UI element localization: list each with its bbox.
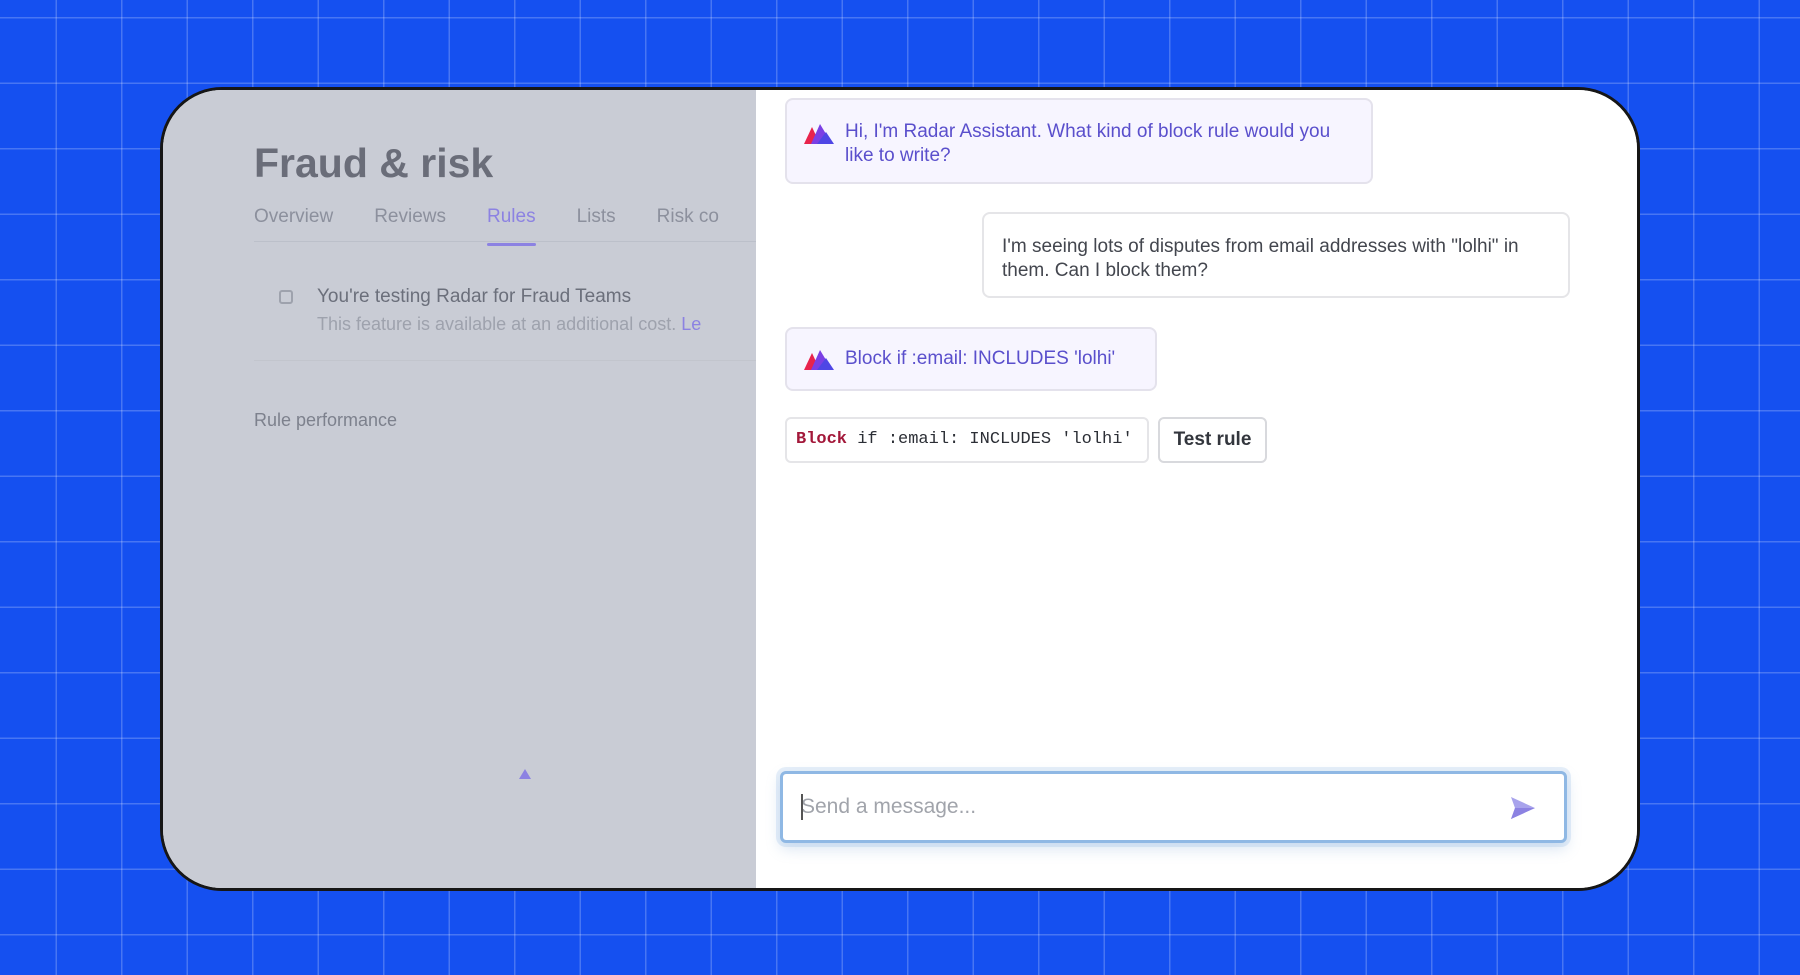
page-title: Fraud & risk [254,140,494,186]
tab-overview[interactable]: Overview [254,206,333,246]
message-composer [780,771,1567,843]
tab-lists[interactable]: Lists [577,206,616,246]
assistant-message: Block if :email: INCLUDES 'lolhi' [785,327,1157,391]
text-cursor [801,794,803,820]
learn-more-link[interactable]: Le [681,314,701,334]
message-input[interactable] [799,784,1483,830]
rule-condition: if :email: INCLUDES 'lolhi' [847,430,1133,449]
tabs-divider [254,241,756,242]
user-message: I'm seeing lots of disputes from email a… [982,212,1570,298]
message-text: Block if :email: INCLUDES 'lolhi' [845,348,1116,369]
rule-performance-heading: Rule performance [254,410,398,430]
radar-logo-icon [804,124,834,144]
rule-code-snippet: Block if :email: INCLUDES 'lolhi' [785,417,1149,463]
loading-triangle-icon [519,769,531,779]
info-icon [279,290,293,304]
rule-keyword: Block [796,430,848,449]
app-window: Fraud & risk Overview Reviews Rules List… [160,87,1640,891]
assistant-message: Hi, I'm Radar Assistant. What kind of bl… [785,98,1373,184]
radar-logo-icon [804,350,834,370]
test-rule-button[interactable]: Test rule [1158,417,1267,463]
tab-risk-controls[interactable]: Risk co [657,206,719,246]
notice-body: This feature is available at an addition… [317,314,677,334]
radar-assistant-chat: Hi, I'm Radar Assistant. What kind of bl… [756,90,1637,888]
notice-divider [254,360,756,361]
tab-rules[interactable]: Rules [487,206,536,246]
message-text: Hi, I'm Radar Assistant. What kind of bl… [845,121,1331,166]
notice-title: You're testing Radar for Fraud Teams [317,286,632,307]
notice-text: This feature is available at an addition… [317,314,701,335]
send-icon[interactable] [1509,795,1537,821]
fraud-risk-page: Fraud & risk Overview Reviews Rules List… [163,90,756,888]
tab-reviews[interactable]: Reviews [374,206,446,246]
message-text: I'm seeing lots of disputes from email a… [1002,236,1519,281]
tab-bar: Overview Reviews Rules Lists Risk co [254,206,756,246]
